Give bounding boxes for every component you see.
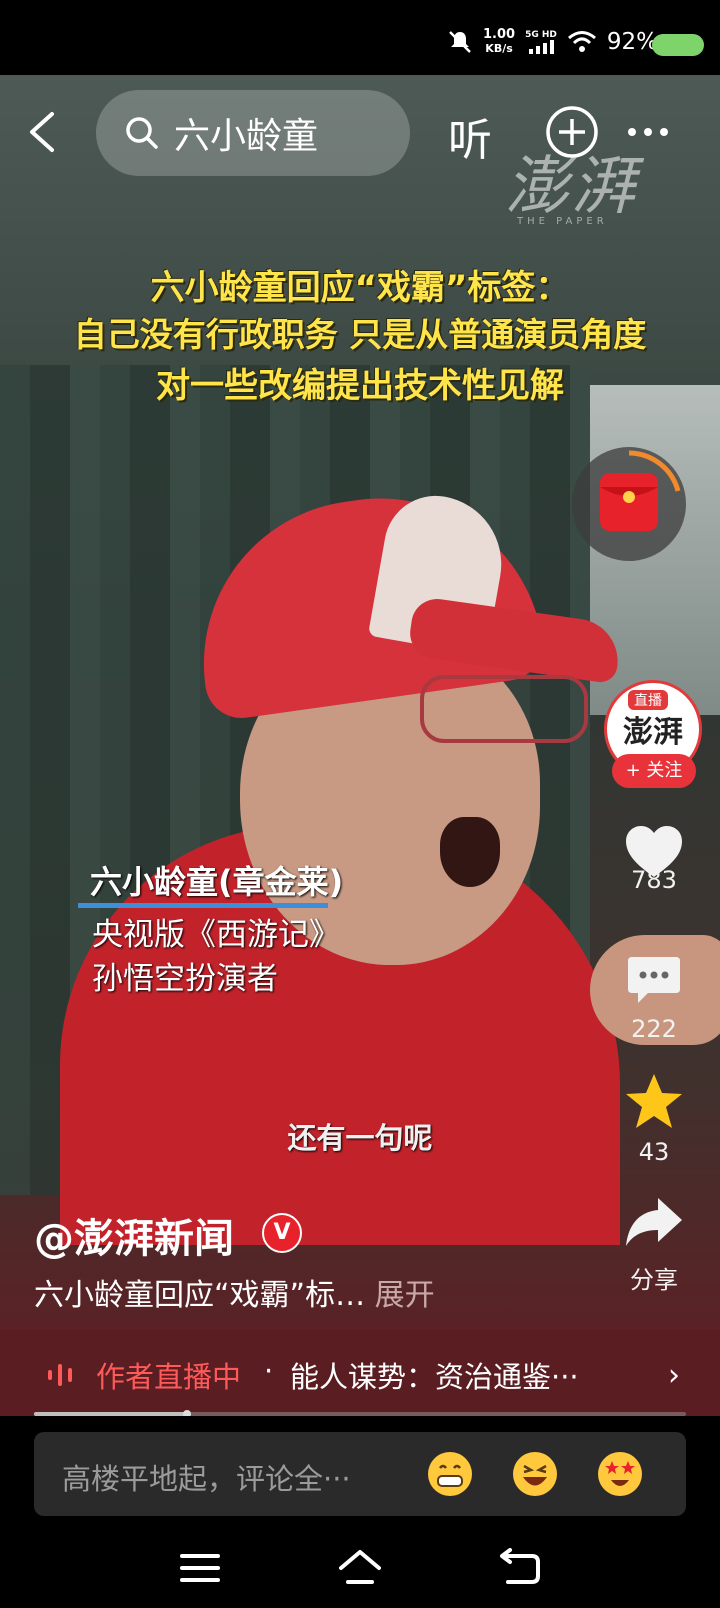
live-wave-icon [48, 1364, 72, 1386]
live-separator: · [264, 1354, 274, 1388]
back-nav-icon[interactable] [498, 1548, 542, 1588]
post-description[interactable]: 六小龄童回应“戏霸”标… 展开 [34, 1270, 435, 1314]
battery-icon [652, 34, 704, 56]
red-packet-icon [600, 450, 681, 531]
home-icon[interactable] [338, 1548, 382, 1588]
caption-sub-line-2: 孙悟空扮演者 [92, 961, 278, 997]
net-speed-value: 1.00 [483, 27, 516, 42]
add-circle-icon[interactable] [544, 104, 600, 160]
description-text: 六小龄童回应“戏霸”标… [34, 1278, 366, 1313]
person-mouth [440, 817, 500, 887]
net-speed-unit: KB/s [485, 42, 513, 55]
signal-icon [528, 40, 554, 54]
wifi-icon [567, 31, 596, 52]
search-query: 六小龄童 [174, 116, 319, 157]
follow-button[interactable]: + 关注 [612, 754, 696, 788]
live-badge: 直播 [628, 690, 668, 710]
share-label[interactable]: 分享 [609, 1260, 699, 1295]
search-bar[interactable]: 六小龄童 [96, 90, 410, 176]
mute-icon [449, 31, 471, 53]
headline-line-3: 对一些改编提出技术性见解 [156, 366, 564, 406]
search-icon [126, 117, 158, 149]
author-name[interactable]: @澎湃新闻 [34, 1206, 234, 1264]
grin-emoji-icon[interactable] [426, 1450, 474, 1498]
live-banner[interactable]: 作者直播中 · 能人谋势：资治通鉴··· › [0, 1330, 720, 1416]
menu-icon[interactable] [178, 1548, 222, 1588]
star-icon[interactable] [624, 1072, 684, 1130]
top-bar: 六小龄童 听 [0, 90, 720, 176]
live-status: 作者直播中 [96, 1360, 242, 1394]
chevron-right-icon[interactable]: › [668, 1358, 680, 1393]
network-label: 5G HD [525, 30, 557, 40]
battery-percent: 92% [606, 29, 658, 55]
comment-placeholder: 高楼平地起，评论全··· [62, 1462, 351, 1496]
caption-sub: 央视版《西游记》 孙悟空扮演者 [92, 913, 340, 1001]
expand-button[interactable]: 展开 [375, 1278, 435, 1313]
favorite-count: 43 [638, 1138, 670, 1166]
caption-sub-line-1: 央视版《西游记》 [92, 917, 340, 953]
back-arrow-icon[interactable] [22, 110, 66, 154]
star-eyes-emoji-icon[interactable] [596, 1450, 644, 1498]
verified-badge: V [262, 1213, 302, 1253]
comment-count: 222 [631, 1015, 677, 1043]
comment-input[interactable]: 高楼平地起，评论全··· [34, 1432, 686, 1516]
status-bar: 1.00 KB/s 5G HD 92% [0, 0, 720, 75]
caption-name: 六小龄童(章金莱) [90, 863, 344, 901]
like-count: 783 [631, 866, 677, 894]
bottom-area: 高楼平地起，评论全··· [0, 1416, 720, 1608]
caption-underline [78, 903, 328, 908]
status-indicators: 1.00 KB/s 5G HD 92% [447, 28, 658, 56]
net-speed: 1.00 KB/s [483, 28, 515, 56]
comment-icon[interactable] [626, 955, 682, 1005]
person-glasses [420, 675, 588, 743]
headline-line-2: 自己没有行政职务 只是从普通演员角度 [73, 315, 647, 354]
avatar-logo-text: 澎湃 [623, 715, 683, 750]
red-packet-button[interactable] [572, 447, 686, 561]
live-topic: 能人谋势：资治通鉴··· [290, 1360, 579, 1394]
headline-line-1: 六小龄童回应“戏霸”标签： [150, 268, 570, 308]
watermark-sub: THE PAPER [517, 216, 608, 227]
more-icon[interactable] [624, 122, 672, 142]
network-type: 5G HD [525, 30, 557, 54]
listen-button[interactable]: 听 [448, 104, 492, 168]
laugh-emoji-icon[interactable] [511, 1450, 559, 1498]
share-icon[interactable] [624, 1196, 684, 1248]
